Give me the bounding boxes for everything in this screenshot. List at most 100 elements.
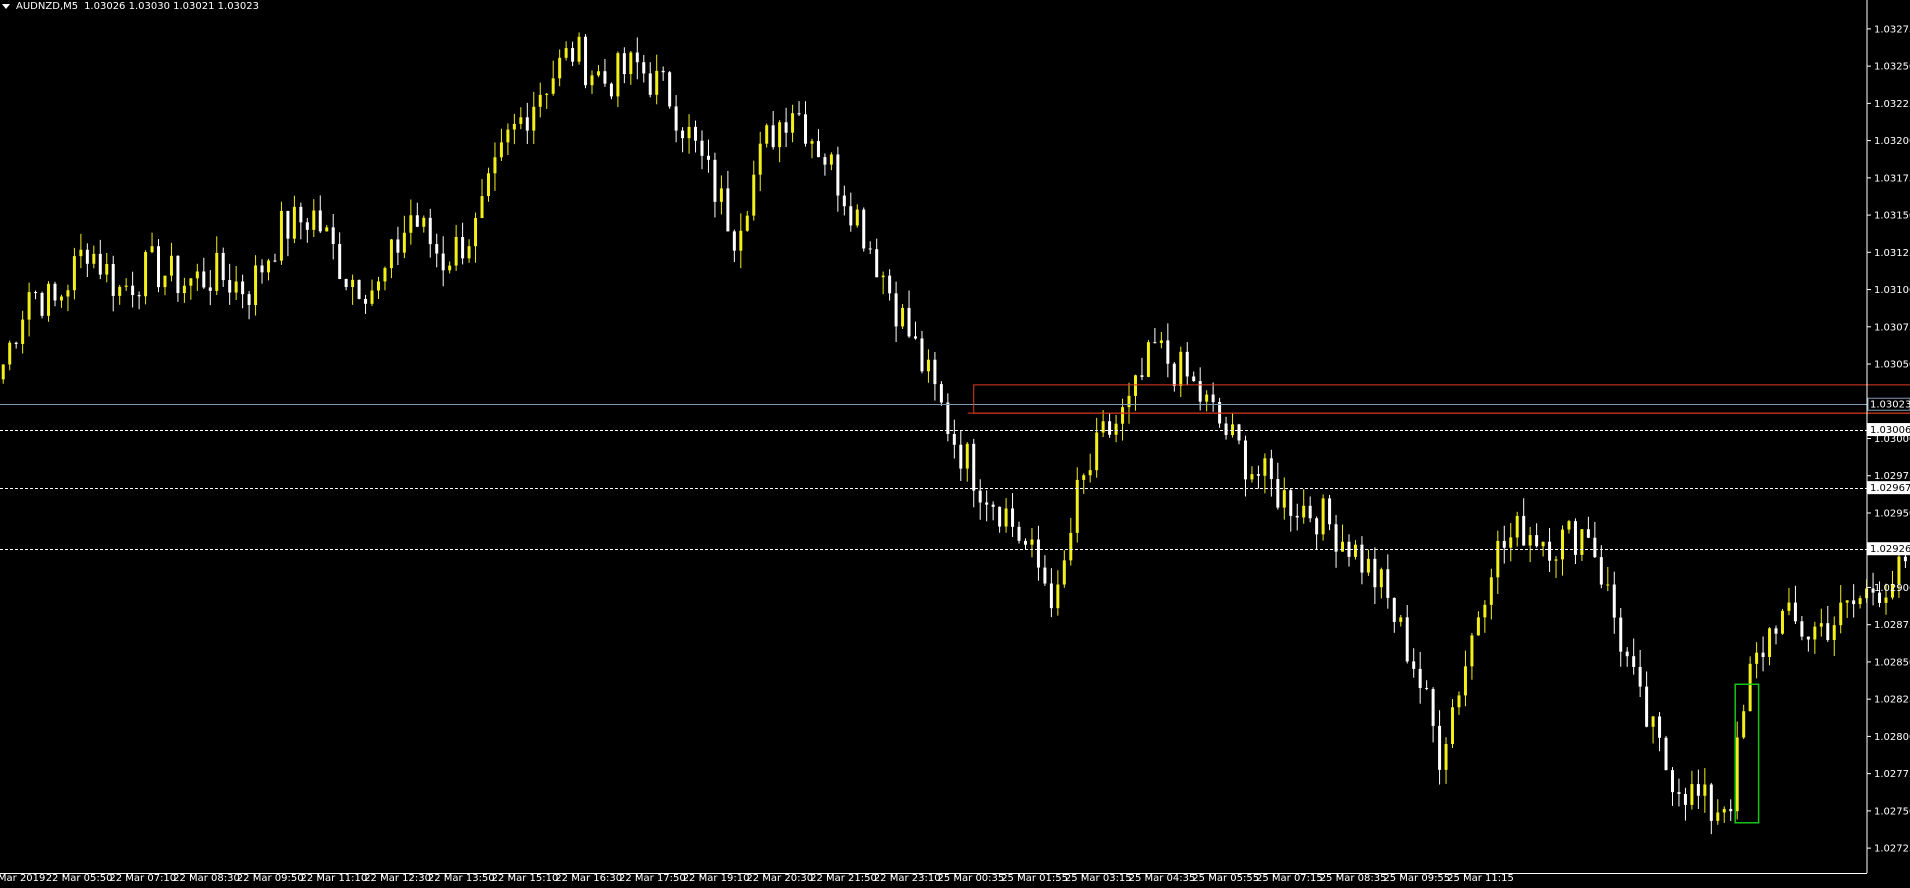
chart-window[interactable]: AUDNZD,M5 1.03026 1.03030 1.03021 1.0302… <box>0 0 1910 888</box>
candle-body <box>1263 458 1267 476</box>
candle-body <box>1625 651 1629 657</box>
candle-body <box>422 217 426 227</box>
candle-body <box>668 72 672 107</box>
candle-body <box>137 295 141 297</box>
candle-body <box>8 342 12 365</box>
candle-body <box>952 433 956 445</box>
candle-body <box>1696 784 1700 796</box>
candle-body <box>1819 623 1823 627</box>
candle-body <box>1140 375 1144 377</box>
candle-body <box>118 286 122 296</box>
candle-body <box>991 504 995 507</box>
candle-body <box>72 256 76 291</box>
candle-body <box>1742 711 1746 738</box>
candle-body <box>474 218 478 247</box>
candle-body <box>267 260 271 273</box>
candle-body <box>525 117 529 131</box>
candle-body <box>1095 432 1099 471</box>
candle-body <box>1470 635 1474 667</box>
resistance-zone-rect[interactable] <box>973 384 1910 414</box>
candle-body <box>1133 375 1137 396</box>
candle-body <box>1878 592 1882 603</box>
candle-body <box>1114 423 1118 435</box>
candle-body <box>1502 540 1506 548</box>
time-axis-label: 25 Mar 07:15 <box>1256 873 1323 884</box>
candle-body <box>1567 521 1571 530</box>
candle-body <box>467 246 471 259</box>
candle-body <box>816 141 820 158</box>
candle-body <box>965 443 969 469</box>
candle-body <box>435 244 439 254</box>
candle-body <box>1457 695 1461 708</box>
candle-body <box>1748 663 1752 712</box>
candle-body <box>1593 537 1597 558</box>
price-axis-label: 1.02975 <box>1874 471 1910 482</box>
candle-body <box>299 206 303 223</box>
time-axis-label: 22 Mar 13:50 <box>428 873 495 884</box>
candle-body <box>415 215 419 227</box>
candle-body <box>1813 626 1817 640</box>
candle-body <box>1800 621 1804 637</box>
candle-body <box>292 206 296 239</box>
candle-body <box>532 106 536 131</box>
time-axis-label: 22 Mar 23:10 <box>874 873 941 884</box>
candle-body <box>486 173 490 197</box>
candle-body <box>1729 808 1733 812</box>
candle-body <box>512 123 516 130</box>
candle-body <box>1483 604 1487 618</box>
candle-body <box>92 253 96 264</box>
time-axis-label: 25 Mar 01:55 <box>1001 873 1068 884</box>
candle-body <box>1392 597 1396 622</box>
candle-body <box>1599 557 1603 585</box>
candle-body <box>1735 737 1739 812</box>
candle-body <box>1651 716 1655 727</box>
candle-body <box>351 279 355 287</box>
time-axis-label: 22 Mar 15:10 <box>492 873 559 884</box>
candle-body <box>1535 535 1539 547</box>
candle-body <box>609 83 613 97</box>
candle-body <box>1858 598 1862 605</box>
candle-body <box>1069 532 1073 561</box>
candle-body <box>312 210 316 230</box>
candle-body <box>804 114 808 144</box>
candle-body <box>810 141 814 144</box>
candle-body <box>726 188 730 232</box>
candle-body <box>1677 792 1681 795</box>
candle-body <box>1121 407 1125 424</box>
candle-body <box>1315 518 1319 535</box>
candle-body <box>318 210 322 232</box>
price-chart[interactable]: 1.03275 1.03250 1.03225 1.03200 1.03175 1.031… <box>0 0 1910 888</box>
candle-body <box>1353 544 1357 557</box>
candle-body <box>1386 569 1390 598</box>
candle-body <box>745 215 749 231</box>
candle-body <box>189 278 193 286</box>
candle-body <box>719 188 723 202</box>
time-axis-label: 22 Mar 16:30 <box>555 873 622 884</box>
candle-body <box>1295 515 1299 518</box>
breakout-candle-box[interactable] <box>1734 683 1760 824</box>
candle-body <box>1049 583 1053 609</box>
candle-body <box>305 222 309 230</box>
candle-body <box>1056 584 1060 609</box>
candle-body <box>577 36 581 62</box>
candle-body <box>1780 610 1784 634</box>
price-axis-label: 1.03050 <box>1874 360 1910 371</box>
candle-body <box>1205 394 1209 402</box>
candle-body <box>907 307 911 337</box>
candle-body <box>791 113 795 133</box>
candle-body <box>926 359 930 372</box>
candle-body <box>661 70 665 73</box>
candle-body <box>1496 540 1500 578</box>
candle-body <box>1774 628 1778 634</box>
time-axis-label: 22 Mar 05:50 <box>46 873 113 884</box>
price-axis-label: 1.02900 <box>1874 583 1910 594</box>
candle-body <box>1321 498 1325 535</box>
time-axis-label: 22 Mar 07:10 <box>109 873 176 884</box>
candle-body <box>1787 602 1791 611</box>
candle-body <box>1308 505 1312 519</box>
candle-body <box>1250 474 1254 480</box>
candle-body <box>1839 602 1843 626</box>
time-axis-label: 22 Mar 2019 <box>0 873 45 884</box>
price-axis-label: 1.03200 <box>1874 136 1910 147</box>
candle-body <box>40 292 44 316</box>
